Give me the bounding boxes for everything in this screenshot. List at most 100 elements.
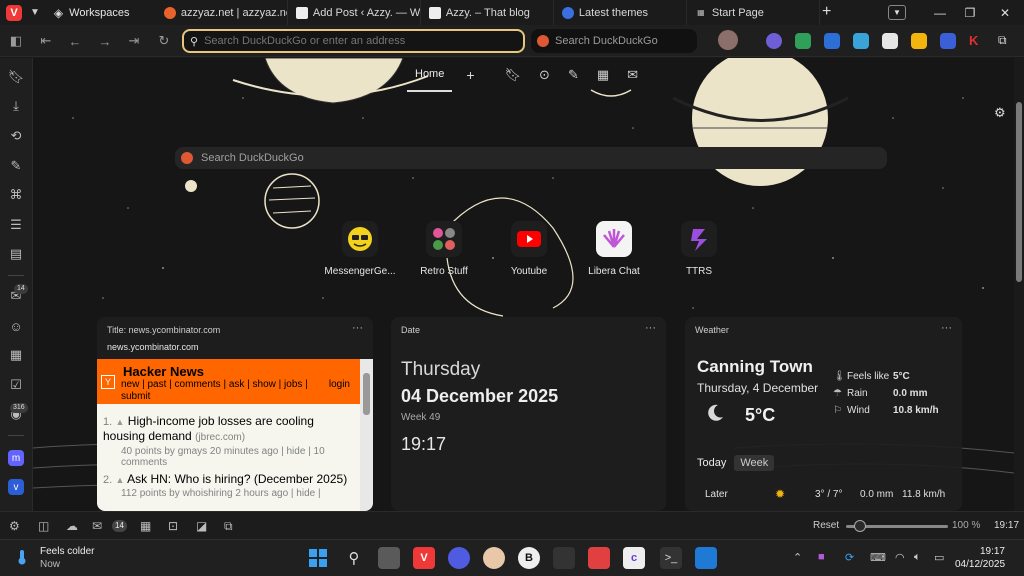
vivaldi-menu-icon[interactable]: V — [6, 4, 22, 21]
app-icon[interactable] — [553, 547, 575, 569]
tab-start-page[interactable]: ▦ Start Page — [687, 0, 820, 25]
book-icon[interactable]: ▤ — [8, 246, 24, 262]
notes-icon[interactable]: ✎ — [8, 158, 24, 174]
back-arrow-icon[interactable]: ← — [66, 32, 84, 50]
hn-scrollbar[interactable] — [360, 359, 373, 511]
scroll-thumb[interactable] — [1016, 102, 1022, 282]
search-icon[interactable]: ⚲ — [343, 547, 365, 569]
forward-arrow-icon[interactable]: → — [96, 32, 114, 50]
notes-icon[interactable]: ✎ — [568, 67, 579, 83]
download-icon[interactable]: ⤓ — [8, 98, 24, 114]
history-icon[interactable]: ⟲ — [8, 128, 24, 144]
hn-nav-links[interactable]: new | past | comments | ask | show | job… — [121, 379, 311, 403]
extensions-puzzle-icon[interactable]: ⧉ — [998, 33, 1014, 49]
google-drive-icon[interactable] — [911, 33, 927, 49]
page-scrollbar[interactable] — [1014, 58, 1024, 511]
story-title[interactable]: Ask HN: Who is hiring? (December 2025) — [127, 472, 347, 486]
rewind-icon[interactable]: ⇤ — [37, 32, 55, 50]
speed-dial-libera-chat[interactable]: Libera Chat — [575, 221, 653, 277]
keyboard-icon[interactable]: ⌨ — [870, 551, 886, 564]
close-button[interactable]: ✕ — [990, 0, 1020, 25]
bookmarks-icon[interactable]: 🔖︎ — [505, 67, 522, 83]
bitwarden-icon[interactable] — [940, 33, 956, 49]
zoom-slider-handle[interactable] — [854, 520, 867, 532]
vivaldi-app-icon[interactable]: V — [413, 547, 435, 569]
app-icon[interactable]: c — [623, 547, 645, 569]
tab-home[interactable]: Home — [407, 58, 453, 92]
settings-gear-icon[interactable]: ⚙ — [9, 519, 20, 533]
tab-today[interactable]: Today — [697, 457, 726, 469]
tab-latest-themes[interactable]: Latest themes — [554, 0, 687, 25]
reload-icon[interactable]: ↻ — [155, 32, 173, 50]
tab-azzyaz[interactable]: azzyaz.net | azzyaz.net | A — [156, 0, 288, 25]
taskbar-weather-sub[interactable]: Now — [40, 559, 60, 570]
more-options-icon[interactable]: ··· — [645, 322, 656, 334]
vscode-icon[interactable] — [695, 547, 717, 569]
workspaces-button[interactable]: ◈ Workspaces — [54, 6, 156, 20]
new-tab-button[interactable]: + — [822, 3, 831, 21]
scroll-thumb[interactable] — [363, 373, 370, 415]
capture-icon[interactable]: ⊡ — [168, 519, 178, 533]
vivaldi-social-icon[interactable]: v — [8, 479, 24, 495]
start-page-search[interactable]: Search DuckDuckGo — [175, 147, 887, 169]
more-options-icon[interactable]: ··· — [941, 322, 952, 334]
translate-icon[interactable]: ⌘ — [8, 187, 24, 203]
minimize-button[interactable]: — — [925, 0, 955, 25]
profile-avatar[interactable] — [718, 30, 738, 50]
taskbar-weather-title[interactable]: Feels colder — [40, 546, 94, 557]
notion-icon[interactable] — [882, 33, 898, 49]
hn-logo-icon[interactable]: Y — [101, 375, 115, 389]
hn-login-link[interactable]: login — [329, 379, 350, 390]
speed-dial-youtube[interactable]: Youtube — [490, 221, 568, 277]
speaker-icon[interactable]: 🔈︎ — [914, 551, 921, 564]
mail-icon[interactable]: ✉ — [627, 67, 638, 83]
chevron-up-icon[interactable]: ⌃ — [793, 551, 802, 564]
speed-dial-ttrs[interactable]: TTRS — [660, 221, 738, 277]
upvote-arrow-icon[interactable]: ▲ — [116, 417, 125, 427]
terminal-icon[interactable]: >_ — [660, 547, 682, 569]
taskbar-clock[interactable]: 19:17 04/12/2025 — [955, 545, 1005, 571]
b-app-icon[interactable]: B — [518, 547, 540, 569]
extension-icon[interactable] — [853, 33, 869, 49]
k-extension-icon[interactable]: K — [969, 33, 985, 49]
extension-icon[interactable] — [824, 33, 840, 49]
battery-icon[interactable]: ▭ — [934, 551, 944, 564]
app-icon[interactable] — [483, 547, 505, 569]
calendar-icon[interactable]: ▦ — [8, 347, 24, 363]
extension-icon[interactable] — [795, 33, 811, 49]
hn-site-name[interactable]: Hacker News — [123, 364, 204, 379]
sync-icon[interactable]: ⟳ — [845, 551, 854, 564]
maximize-button[interactable]: ❐ — [955, 0, 985, 25]
history-icon[interactable]: ⊙ — [539, 67, 550, 83]
settings-gear-icon[interactable]: ⚙ — [994, 105, 1006, 121]
chevron-down-icon[interactable]: ▼ — [30, 7, 40, 18]
mastodon-icon[interactable]: m — [8, 450, 24, 466]
tab-azzy-blog[interactable]: Azzy. – That blog — [421, 0, 554, 25]
task-view-icon[interactable] — [378, 547, 400, 569]
tray-app-icon[interactable]: ■ — [818, 551, 825, 563]
tasks-icon[interactable]: ☑ — [8, 377, 24, 393]
app-icon[interactable] — [448, 547, 470, 569]
wifi-icon[interactable]: ◠ — [895, 551, 905, 564]
reading-list-icon[interactable]: ☰ — [8, 217, 24, 233]
windows-start-icon[interactable] — [307, 547, 329, 569]
cloud-sync-icon[interactable]: ☁ — [66, 519, 78, 533]
tab-list-button[interactable]: ▼ — [888, 5, 906, 20]
address-input[interactable] — [204, 35, 505, 47]
speed-dial-messenger[interactable]: MessengerGe... — [321, 221, 399, 277]
contacts-icon[interactable]: ☺ — [8, 318, 24, 334]
bookmark-icon[interactable]: 🔖︎ — [8, 69, 25, 85]
tiling-icon[interactable]: ◪ — [196, 519, 207, 533]
tile-view-icon[interactable]: ◫ — [38, 519, 49, 533]
calendar-icon[interactable]: ▦ — [597, 67, 609, 83]
calendar-icon[interactable]: ▦ — [140, 519, 151, 533]
fast-forward-icon[interactable]: ⇥ — [125, 32, 143, 50]
speed-dial-retro-stuff[interactable]: Retro Stuff — [405, 221, 483, 277]
app-icon[interactable] — [588, 547, 610, 569]
story-site[interactable]: (jbrec.com) — [195, 432, 245, 443]
tab-add-post[interactable]: Add Post ‹ Azzy. — Word — [288, 0, 421, 25]
search-field[interactable]: Search DuckDuckGo — [531, 29, 697, 53]
tab-week[interactable]: Week — [734, 455, 775, 471]
upvote-arrow-icon[interactable]: ▲ — [116, 475, 125, 485]
panel-toggle-icon[interactable]: ◧ — [7, 32, 25, 50]
